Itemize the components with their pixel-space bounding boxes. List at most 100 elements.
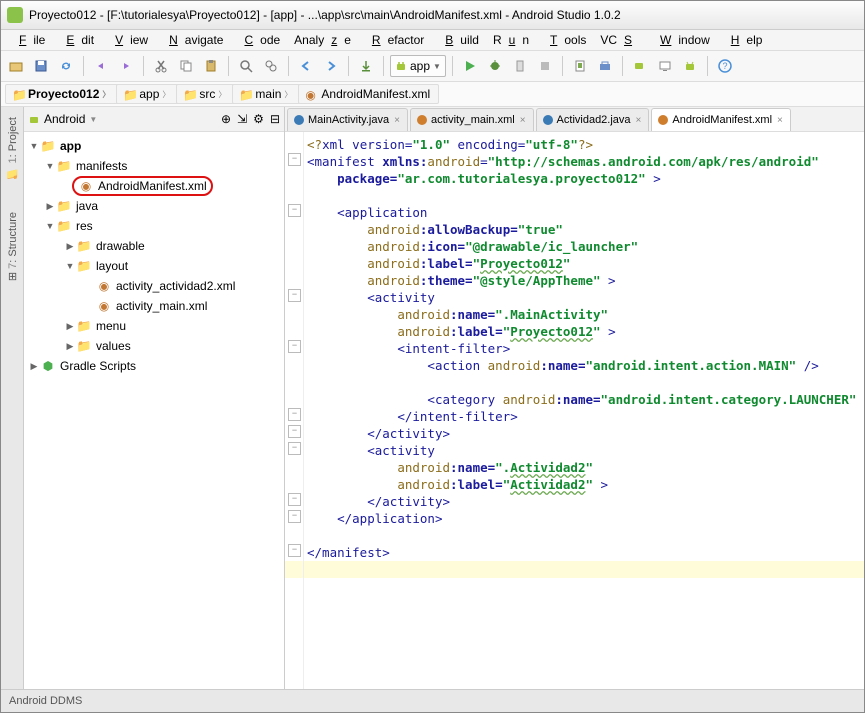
redo-icon[interactable] [115,55,137,77]
crumb-src[interactable]: 📁src〉 [176,84,235,104]
sidetab-structure[interactable]: ⊞ 7: Structure [4,206,21,287]
menu-edit[interactable]: Edit [52,31,101,49]
project-tree: ▼📁app ▼📁manifests ◉AndroidManifest.xml ▶… [24,132,284,689]
sdk-icon[interactable] [594,55,616,77]
gear-icon[interactable]: ⚙ [253,112,264,126]
menu-vcs[interactable]: VCS [593,31,646,49]
menu-view[interactable]: View [101,31,155,49]
close-icon[interactable]: × [519,115,527,126]
replace-icon[interactable] [260,55,282,77]
tree-drawable[interactable]: ▶📁drawable [24,236,284,256]
fold-icon[interactable]: − [288,340,301,353]
run-config-selector[interactable]: app ▼ [390,55,446,77]
menu-code[interactable]: Code [230,31,287,49]
forward-icon[interactable] [320,55,342,77]
fold-icon[interactable]: − [288,408,301,421]
monitor-icon[interactable] [654,55,676,77]
toolbar: app ▼ ? [1,51,864,82]
tree-manifest-file[interactable]: ◉AndroidManifest.xml [24,176,284,196]
java-icon [543,115,553,125]
menu-help[interactable]: Help [717,31,770,49]
editor-tab[interactable]: Actividad2.java× [536,108,650,131]
crumb-main[interactable]: 📁main〉 [232,84,301,104]
undo-icon[interactable] [90,55,112,77]
tree-gradle[interactable]: ▶⬢Gradle Scripts [24,356,284,376]
run-config-label: app [410,59,430,73]
android-icon [395,60,407,72]
locate-icon[interactable]: ⊕ [221,112,231,126]
tree-values[interactable]: ▶📁values [24,336,284,356]
fold-icon[interactable]: − [288,493,301,506]
crumb-project[interactable]: 📁Proyecto012〉 [5,84,119,104]
folder-icon: 📁 [76,339,92,353]
close-icon[interactable]: × [776,115,784,126]
tree-layout-file[interactable]: ◉activity_actividad2.xml [24,276,284,296]
fold-icon[interactable]: − [288,510,301,523]
make-icon[interactable] [355,55,377,77]
menu-build[interactable]: Build [431,31,486,49]
find-icon[interactable] [235,55,257,77]
fold-icon[interactable]: − [288,425,301,438]
editor-tab-active[interactable]: AndroidManifest.xml× [651,108,791,131]
android-icon-2[interactable] [679,55,701,77]
close-icon[interactable]: × [393,115,401,126]
menu-window[interactable]: Window [646,31,717,49]
debug-icon[interactable] [484,55,506,77]
folder-icon: 📁 [56,199,72,213]
titlebar: Proyecto012 - [F:\tutorialesya\Proyecto0… [1,1,864,30]
fold-icon[interactable]: − [288,153,301,166]
xml-icon: ◉ [96,279,112,293]
tree-java[interactable]: ▶📁java [24,196,284,216]
view-selector[interactable]: Android ▼ [28,112,97,126]
code-editor[interactable]: − − − − − − − − − − <?xml version="1.0" … [285,132,864,689]
crumb-app[interactable]: 📁app〉 [116,84,179,104]
tree-layout[interactable]: ▼📁layout [24,256,284,276]
breadcrumb: 📁Proyecto012〉 📁app〉 📁src〉 📁main〉 ◉Androi… [1,82,864,107]
close-icon[interactable]: × [635,115,643,126]
hide-icon[interactable]: ⊟ [270,112,280,126]
open-icon[interactable] [5,55,27,77]
tree-app[interactable]: ▼📁app [24,136,284,156]
sidetab-project[interactable]: 📁 1: Project [4,111,21,186]
menu-analyze[interactable]: Analyze [287,31,358,49]
tree-manifests[interactable]: ▼📁manifests [24,156,284,176]
cut-icon[interactable] [150,55,172,77]
run-icon[interactable] [459,55,481,77]
left-sidetabs: 📁 1: Project ⊞ 7: Structure [1,107,24,689]
tree-res[interactable]: ▼📁res [24,216,284,236]
svg-text:?: ? [722,61,727,71]
fold-icon[interactable]: − [288,289,301,302]
menu-navigate[interactable]: Navigate [155,31,230,49]
back-icon[interactable] [295,55,317,77]
project-icon: 📁 [12,88,24,100]
folder-icon: 📁 [76,239,92,253]
fold-icon[interactable]: − [288,204,301,217]
crumb-file[interactable]: ◉AndroidManifest.xml [298,84,439,104]
ddms-icon[interactable] [629,55,651,77]
tree-layout-file[interactable]: ◉activity_main.xml [24,296,284,316]
java-icon [294,115,304,125]
menu-tools[interactable]: Tools [536,31,593,49]
fold-icon[interactable]: − [288,544,301,557]
folder-icon: 📁 [76,319,92,333]
attach-icon[interactable] [509,55,531,77]
help-icon[interactable]: ? [714,55,736,77]
copy-icon[interactable] [175,55,197,77]
fold-icon[interactable]: − [288,442,301,455]
menu-refactor[interactable]: Refactor [358,31,431,49]
gradle-icon: ⬢ [40,359,56,373]
editor-tab[interactable]: MainActivity.java× [287,108,408,131]
menu-file[interactable]: File [5,31,52,49]
collapse-icon[interactable]: ⇲ [237,112,247,126]
tree-menu[interactable]: ▶📁menu [24,316,284,336]
paste-icon[interactable] [200,55,222,77]
sync-icon[interactable] [55,55,77,77]
folder-icon: 📁 [239,88,251,100]
status-text[interactable]: Android DDMS [9,695,82,707]
avd-icon[interactable] [569,55,591,77]
editor-tab[interactable]: activity_main.xml× [410,108,534,131]
stop-icon[interactable] [534,55,556,77]
module-icon: 📁 [40,139,56,153]
menu-run[interactable]: Run [486,31,536,49]
save-icon[interactable] [30,55,52,77]
